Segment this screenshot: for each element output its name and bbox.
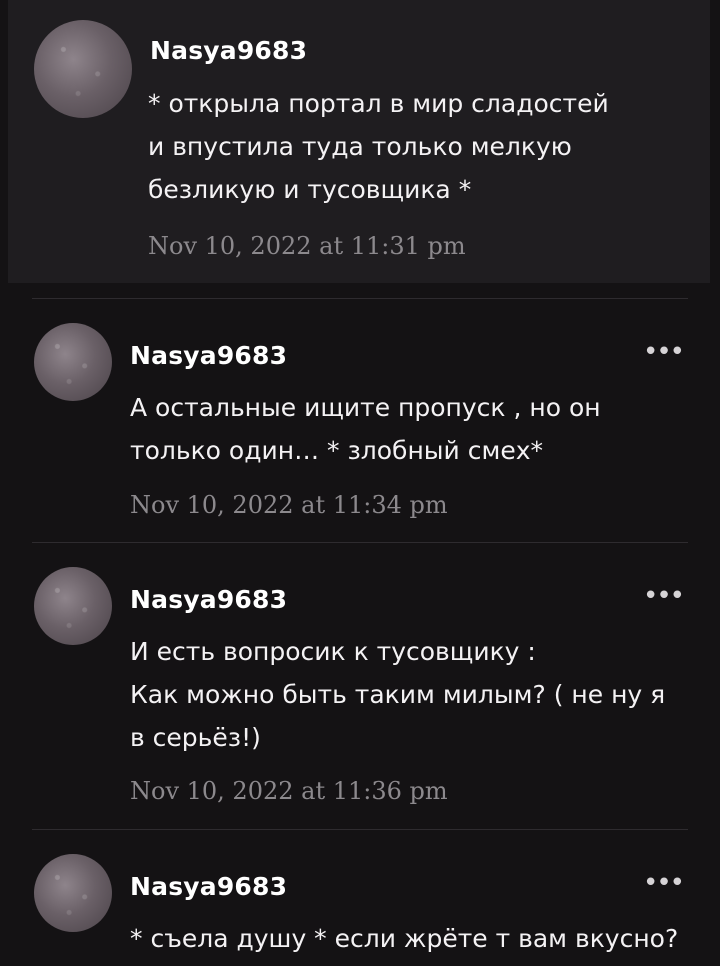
comment-text: * открыла портал в мир сладостей и впуст… — [148, 89, 609, 204]
comment-text: * съела душу * если жрёте т вам вкусно? — [130, 924, 679, 953]
comment-username[interactable]: Nasya9683 — [130, 341, 287, 370]
comment-text: А остальные ищите пропуск , но он только… — [130, 393, 601, 465]
more-options-icon[interactable]: ••• — [643, 868, 685, 898]
comment-item[interactable]: Nasya9683 ••• И есть вопросик к тусовщик… — [0, 543, 720, 829]
comment-text: И есть вопросик к тусовщику : Как можно … — [130, 637, 666, 752]
comment-username[interactable]: Nasya9683 — [130, 872, 287, 901]
comment-timestamp: Nov 10, 2022 at 11:36 pm — [130, 777, 448, 805]
avatar[interactable] — [34, 854, 112, 932]
comment-feed: Nasya9683 * открыла портал в мир сладост… — [0, 0, 720, 966]
comment-item[interactable]: Nasya9683 ••• А остальные ищите пропуск … — [0, 299, 720, 542]
comment-timestamp: Nov 10, 2022 at 11:31 pm — [148, 232, 466, 260]
avatar[interactable] — [34, 20, 132, 118]
avatar[interactable] — [34, 323, 112, 401]
comment-timestamp: Nov 10, 2022 at 11:34 pm — [130, 491, 448, 519]
comment-username[interactable]: Nasya9683 — [150, 36, 307, 65]
avatar[interactable] — [34, 567, 112, 645]
more-options-icon[interactable]: ••• — [643, 337, 685, 367]
comment-username[interactable]: Nasya9683 — [130, 585, 287, 614]
more-options-icon[interactable]: ••• — [643, 581, 685, 611]
comment-item[interactable]: Nasya9683 ••• * съела душу * если жрёте … — [0, 830, 720, 966]
comment-item-highlighted[interactable]: Nasya9683 * открыла портал в мир сладост… — [8, 0, 710, 283]
